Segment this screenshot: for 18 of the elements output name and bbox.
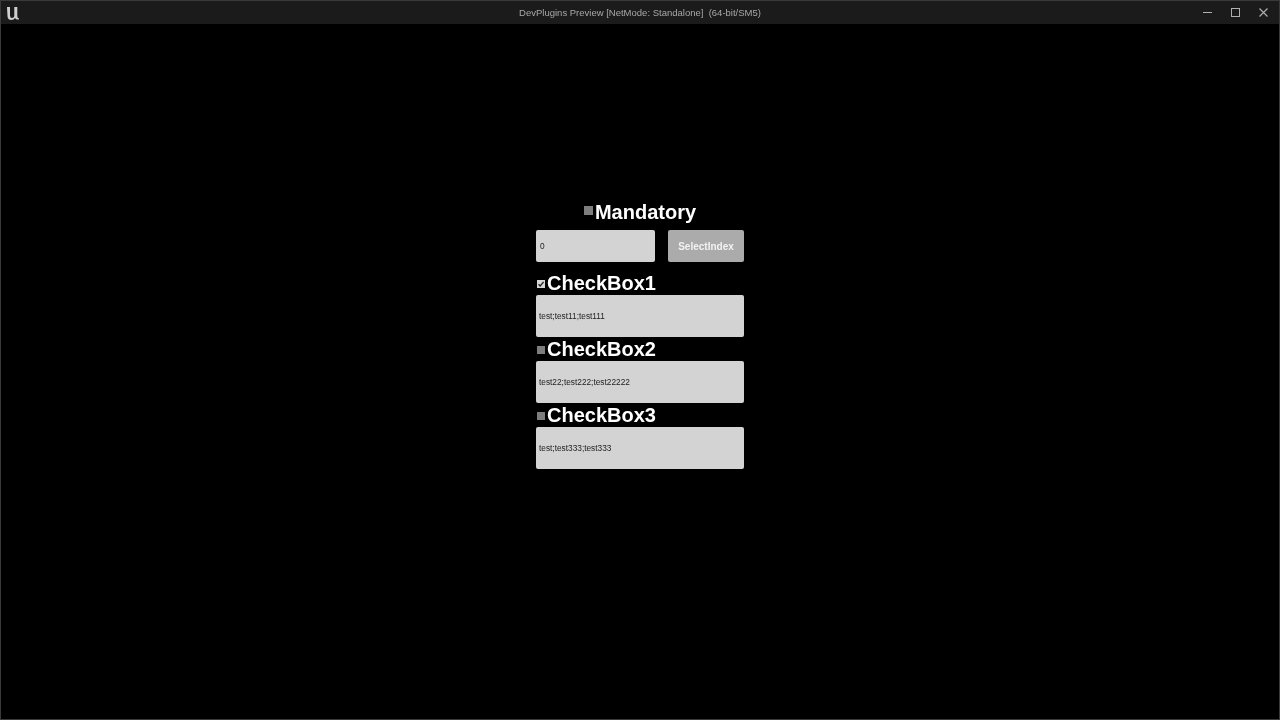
checkbox-label: CheckBox1 [547,271,656,295]
checkbox[interactable] [537,345,545,354]
minimize-icon [1202,12,1212,13]
text-field[interactable]: test;test11;test111 [536,295,744,337]
window-title: DevPlugins Preview [NetMode: Standalone] (64-bit/SM5) [519,7,761,18]
checkbox-label: CheckBox3 [547,403,656,427]
checkbox[interactable] [537,279,545,288]
checkbox[interactable] [583,206,593,215]
checkbox-label: CheckBox2 [547,337,656,361]
checkbox[interactable] [537,411,545,420]
maximize-icon [1230,8,1240,17]
logo-icon [5,4,21,21]
checkmark-icon [537,279,545,288]
text-field[interactable]: test;test333;test333 [536,427,744,469]
input-field[interactable]: 0 [536,230,655,262]
checkbox-label: Mandatory [594,200,697,224]
close-icon [1258,8,1268,17]
text-field[interactable]: test22;test222;test22222 [536,361,744,403]
